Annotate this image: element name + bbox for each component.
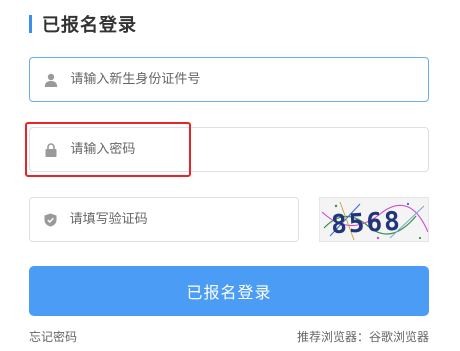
page-title: 已报名登录	[42, 15, 137, 36]
captcha-field[interactable]	[29, 197, 299, 242]
id-number-input[interactable]	[70, 72, 428, 87]
accent-bar	[29, 15, 32, 33]
browser-recommendation: 推荐浏览器：谷歌浏览器	[296, 330, 429, 344]
password-field[interactable]	[29, 127, 429, 172]
section-header: 已报名登录	[29, 13, 137, 36]
captcha-text: 8568	[330, 207, 402, 241]
captcha-image[interactable]: 8568	[319, 197, 429, 242]
forgot-password-link[interactable]: 忘记密码	[29, 328, 77, 345]
login-button[interactable]: 已报名登录	[29, 266, 429, 316]
id-number-field[interactable]	[29, 57, 429, 102]
captcha-input[interactable]	[69, 212, 298, 227]
lock-icon	[44, 142, 58, 158]
shield-icon	[44, 212, 58, 228]
captcha-graphic: 8568	[321, 201, 428, 241]
user-icon	[44, 72, 58, 88]
password-input[interactable]	[70, 142, 428, 157]
